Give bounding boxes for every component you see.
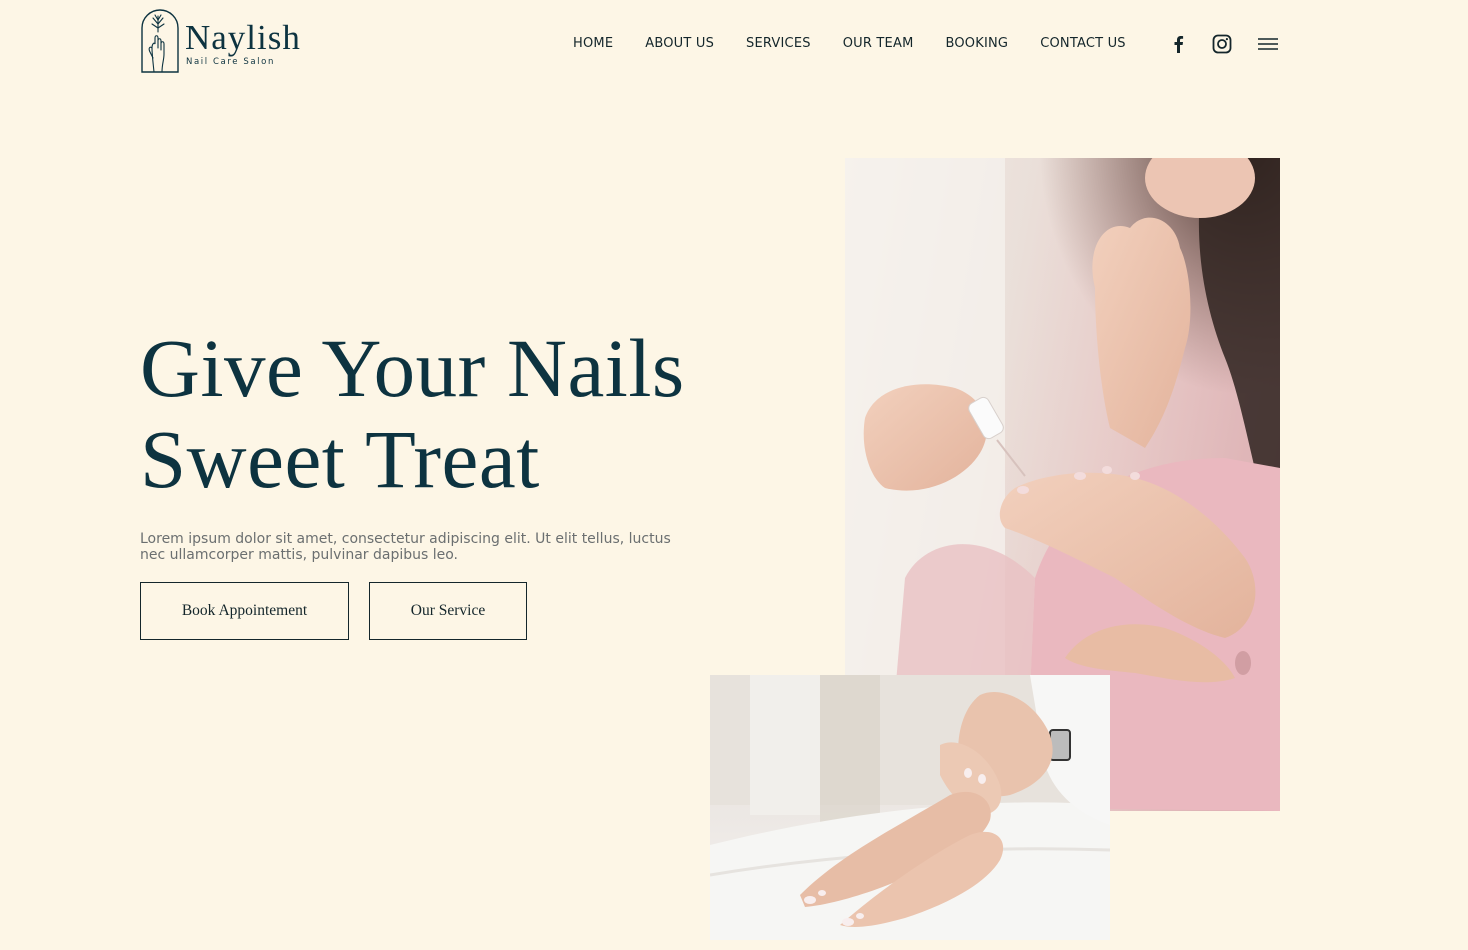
our-service-button[interactable]: Our Service	[369, 582, 527, 640]
nav-item-services[interactable]: SERVICES	[746, 36, 811, 51]
hero-title: Give Your Nails Sweet Treat	[140, 323, 760, 505]
facebook-icon[interactable]	[1170, 34, 1186, 54]
book-appointment-button[interactable]: Book Appointement	[140, 582, 349, 640]
instagram-icon[interactable]	[1212, 34, 1232, 54]
nav-item-contact-us[interactable]: CONTACT US	[1040, 36, 1126, 51]
main-nav: HOME ABOUT US SERVICES OUR TEAM BOOKING …	[573, 36, 1126, 51]
nav-item-about-us[interactable]: ABOUT US	[645, 36, 714, 51]
hero-description: Lorem ipsum dolor sit amet, consectetur …	[140, 531, 671, 563]
brand-logo[interactable]: Naylish Nail Care Salon	[140, 8, 320, 74]
hand-arch-logo-icon	[141, 9, 179, 73]
nav-item-booking[interactable]: BOOKING	[945, 36, 1008, 51]
brand-name: Naylish	[185, 18, 301, 57]
nav-item-our-team[interactable]: OUR TEAM	[843, 36, 914, 51]
brand-tagline: Nail Care Salon	[186, 57, 275, 67]
hero-title-line-2: Sweet Treat	[140, 413, 540, 505]
pedicure-photo	[710, 675, 1110, 940]
nav-item-home[interactable]: HOME	[573, 36, 613, 51]
hero-title-line-1: Give Your Nails	[140, 322, 685, 414]
menu-icon[interactable]	[1257, 34, 1279, 54]
